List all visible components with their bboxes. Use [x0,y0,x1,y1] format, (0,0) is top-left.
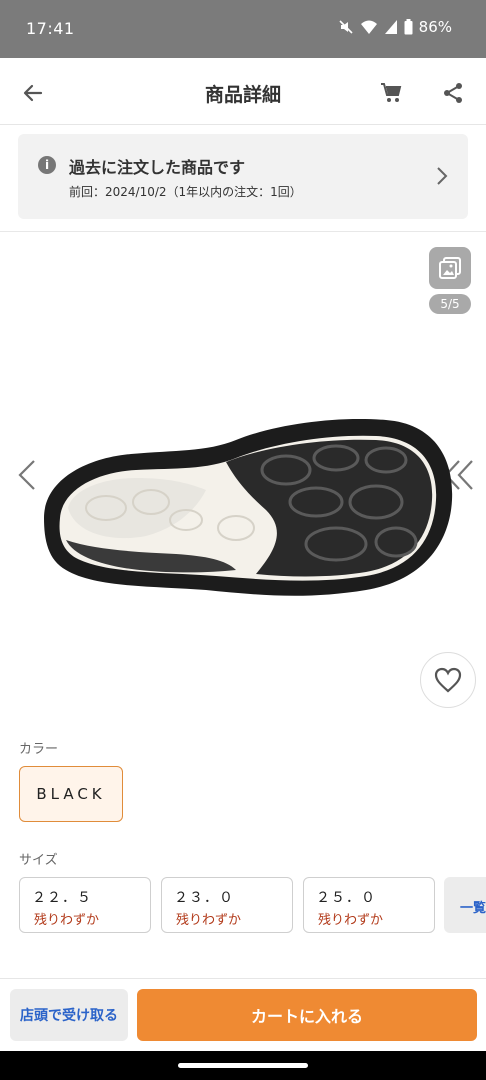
size-value: ２２．５ [32,890,92,906]
system-navigation-bar [0,1051,486,1080]
divider [0,231,486,232]
status-time: 17:41 [26,19,75,38]
size-value: ２５．０ [316,890,376,906]
mute-icon [338,19,354,35]
app-header: 商品詳細 [0,58,486,125]
battery-icon [404,19,413,35]
color-label: カラー [19,742,59,757]
favorite-button[interactable] [420,652,476,708]
share-button[interactable] [438,78,468,108]
store-pickup-button[interactable]: 店頭で受け取る [10,989,128,1041]
stock-status: 残りわずか [34,913,100,928]
stock-status: 残りわずか [318,913,384,928]
size-label: サイズ [19,853,58,868]
previous-order-detail: 前回：2024/10/2（1年以内の注文：1回） [69,185,302,199]
status-bar: 17:41 86% [0,0,486,58]
share-icon [444,83,462,103]
size-option[interactable]: ２３．０ 残りわずか [161,877,293,933]
size-option[interactable]: ２２．５ 残りわずか [19,877,151,933]
wifi-icon [360,19,378,35]
home-gesture-handle[interactable] [178,1063,308,1068]
cart-icon [381,83,402,102]
battery-percent: 86% [418,18,452,36]
heart-icon [434,667,462,693]
previous-order-banner[interactable]: i 過去に注文した商品です 前回：2024/10/2（1年以内の注文：1回） [18,134,468,219]
size-value: ２３．０ [174,890,234,906]
color-option-black[interactable]: BLACK [19,766,123,822]
previous-order-title: 過去に注文した商品です [69,158,246,177]
chevron-right-icon [437,167,448,185]
image-gallery-button[interactable] [429,247,471,289]
gallery-icon [439,257,461,279]
size-option[interactable]: ２５．０ 残りわずか [303,877,435,933]
signal-icon [384,19,398,35]
stock-status: 残りわずか [176,913,242,928]
size-list-button[interactable]: 一覧 [444,877,486,933]
info-icon: i [38,156,56,174]
status-icons: 86% [338,18,452,36]
bottom-action-bar: 店頭で受け取る カートに入れる [0,978,486,1051]
image-page-counter: 5/5 [429,294,471,314]
add-to-cart-button[interactable]: カートに入れる [137,989,477,1041]
product-image [44,418,453,596]
page-title: 商品詳細 [204,84,281,106]
cart-button[interactable] [376,78,406,108]
